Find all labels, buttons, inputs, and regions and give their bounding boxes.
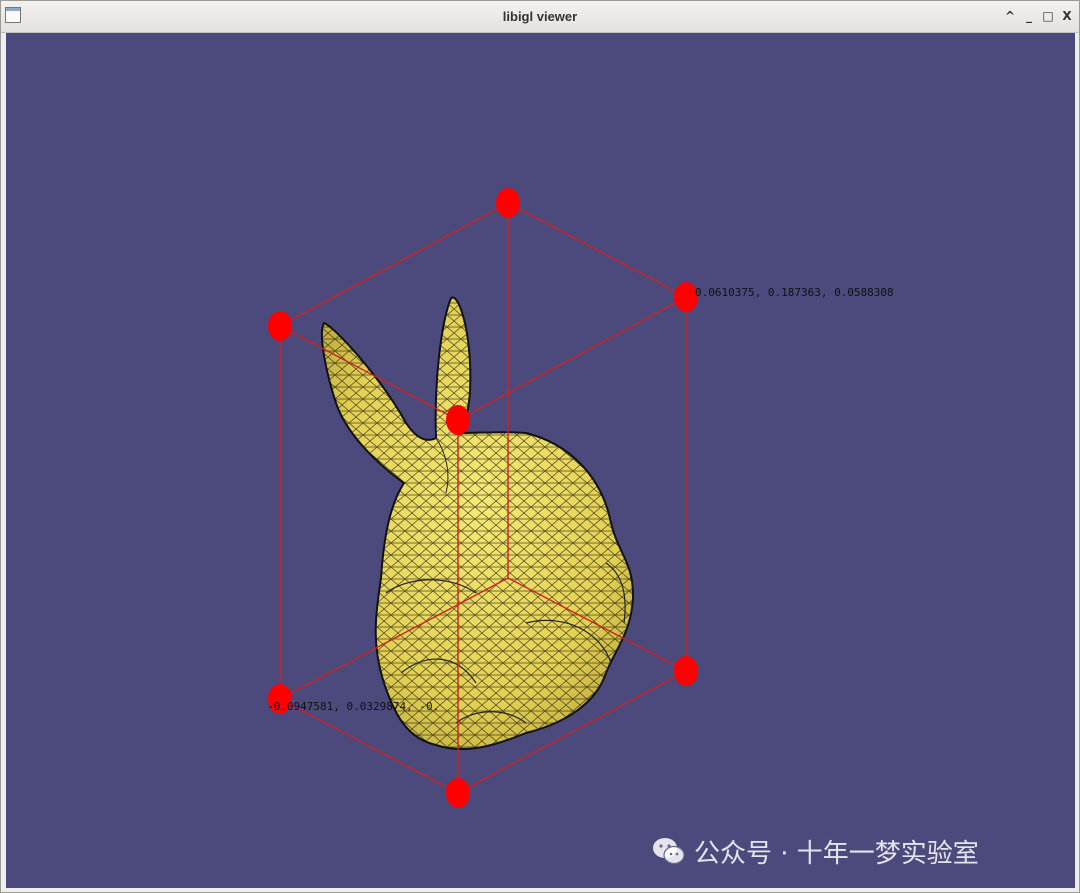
app-window: libigl viewer ^ _ □ X 0.0610375, 0.18736…	[0, 0, 1080, 893]
opengl-viewport[interactable]: 0.0610375, 0.187363, 0.0588308 -0.094758…	[6, 33, 1075, 888]
scene-canvas[interactable]: 0.0610375, 0.187363, 0.0588308 -0.094758…	[6, 33, 1075, 888]
wechat-icon	[653, 838, 685, 865]
bbox-vertex	[268, 311, 292, 341]
bbox-vertex	[674, 656, 698, 686]
watermark-text: 公众号 · 十年一梦实验室	[694, 838, 979, 869]
window-title: libigl viewer	[502, 9, 578, 24]
watermark: 公众号 · 十年一梦实验室	[652, 829, 979, 873]
minimize-icon[interactable]: _	[1021, 7, 1037, 25]
bbox-vertex	[496, 188, 520, 218]
rollup-icon[interactable]: ^	[1002, 7, 1018, 25]
max-corner-label: 0.0610375, 0.187363, 0.0588308	[695, 286, 894, 299]
bbox-vertex	[446, 405, 470, 435]
bbox-vertex	[446, 778, 470, 808]
title-bar[interactable]: libigl viewer ^ _ □ X	[1, 1, 1079, 33]
close-icon[interactable]: X	[1059, 7, 1075, 25]
maximize-icon[interactable]: □	[1040, 7, 1056, 25]
min-corner-label: -0.0947581, 0.0329874, -0.	[267, 700, 439, 713]
bunny-mesh	[320, 296, 635, 751]
